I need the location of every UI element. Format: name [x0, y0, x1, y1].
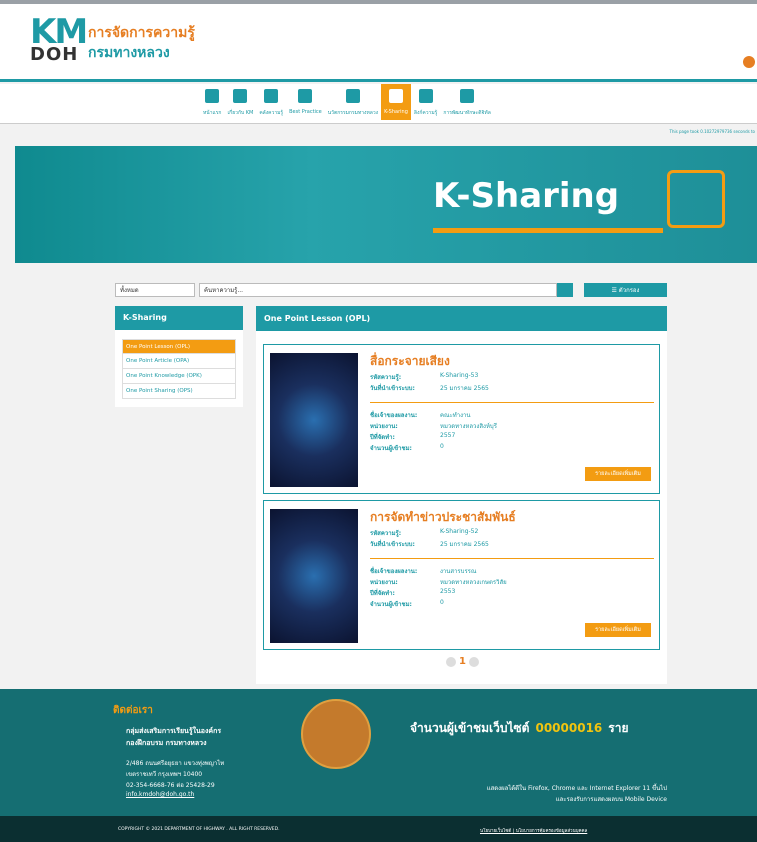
card-title[interactable]: สื่อกระจายเสียง	[370, 352, 450, 371]
prev-page-button[interactable]	[446, 656, 456, 667]
bottom-bar: COPYRIGHT © 2021 DEPARTMENT OF HIGHWAY .…	[0, 816, 757, 842]
sidebar-title[interactable]: K-Sharing	[115, 306, 243, 330]
link-icon	[418, 89, 433, 103]
user-icon[interactable]	[743, 56, 755, 68]
scope-select[interactable]: ทั้งหมด	[115, 283, 195, 297]
sidebar-item-ops[interactable]: One Point Sharing (OPS)	[122, 384, 236, 399]
main-title[interactable]: One Point Lesson (OPL)	[256, 306, 667, 331]
list-item: สื่อกระจายเสียง รหัสความรู้: K-Sharing-53…	[263, 344, 660, 494]
page-time: This page took 0.10272979736 seconds to	[669, 129, 755, 134]
copyright: COPYRIGHT © 2021 DEPARTMENT OF HIGHWAY .…	[118, 827, 280, 832]
share-icon	[388, 89, 403, 103]
sidebar: K-Sharing One Point Lesson (OPL) One Poi…	[115, 306, 243, 407]
lightbulb-icon	[345, 89, 360, 103]
next-page-button[interactable]	[468, 656, 479, 667]
k-sharing-banner: K-Sharing	[15, 146, 757, 263]
card-thumbnail[interactable]	[270, 509, 358, 643]
main-nav: หน้าแรก เกี่ยวกับ KM คลังความรู้ Best Pr…	[0, 84, 757, 124]
site-logo[interactable]: KM DOH การจัดการความรู้ กรมทางหลวง	[30, 12, 195, 65]
thumbs-up-icon	[298, 89, 313, 103]
banner-underline	[433, 228, 663, 233]
sidebar-item-opk[interactable]: One Point Knowledge (OPK)	[122, 369, 236, 384]
site-header: KM DOH การจัดการความรู้ กรมทางหลวง	[0, 4, 757, 82]
logo-title-2: กรมทางหลวง	[88, 45, 170, 61]
card-title[interactable]: การจัดทำข่าวประชาสัมพันธ์	[370, 508, 516, 527]
logo-title-1: การจัดการความรู้	[88, 25, 195, 41]
filter-button[interactable]: ☰ ตัวกรอง	[584, 283, 667, 297]
share-icon	[667, 170, 725, 228]
book-icon	[264, 89, 279, 103]
nav-best-practice[interactable]: Best Practice	[286, 84, 325, 120]
department-seal	[301, 699, 371, 769]
card-thumbnail[interactable]	[270, 353, 358, 487]
policy-links[interactable]: นโยบายเว็บไซต์ | นโยบายการคุ้มครองข้อมูล…	[480, 827, 587, 834]
list-item: การจัดทำข่าวประชาสัมพันธ์ รหัสความรู้: K-…	[263, 500, 660, 650]
email-link[interactable]: info.kmdoh@doh.go.th	[126, 791, 194, 798]
visitor-counter: จำนวนผู้เข้าชมเว็บไซต์ 00000016 ราย	[410, 721, 629, 735]
more-details-button[interactable]: รายละเอียดเพิ่มเติม	[585, 623, 651, 637]
address-line-2: เขตราชเทวี กรุงเทพฯ 10400	[126, 771, 203, 778]
nav-digital[interactable]: การพัฒนาทักษะดิจิทัล	[440, 84, 493, 120]
search-button[interactable]	[557, 283, 573, 297]
main-panel: One Point Lesson (OPL) สื่อกระจายเสียง ร…	[256, 306, 667, 684]
phone: 02-354-6668-76 ต่อ 25428-29	[126, 782, 215, 789]
sidebar-item-opl[interactable]: One Point Lesson (OPL)	[122, 339, 236, 354]
nav-about[interactable]: เกี่ยวกับ KM	[224, 84, 256, 120]
pagination: 1	[446, 656, 479, 667]
nav-k-sharing[interactable]: K-Sharing	[381, 84, 411, 120]
contact-title: ติดต่อเรา	[113, 705, 153, 716]
logo-doh: DOH	[30, 44, 79, 65]
nav-innovation[interactable]: นวัตกรรมกรมทางหลวง	[325, 84, 381, 120]
page-number[interactable]: 1	[459, 656, 466, 667]
address-line-1: 2/486 ถนนศรีอยุธยา แขวงทุ่งพญาไท	[126, 760, 225, 767]
laptop-icon	[460, 89, 475, 103]
info-icon	[233, 89, 248, 103]
site-footer: ติดต่อเรา กลุ่มส่งเสริมการเรียนรู้ในองค์…	[0, 689, 757, 816]
more-details-button[interactable]: รายละเอียดเพิ่มเติม	[585, 467, 651, 481]
logo-km: KM	[30, 12, 88, 52]
banner-title: K-Sharing	[433, 176, 620, 216]
nav-links[interactable]: ลิงก์ความรู้	[411, 84, 440, 120]
search-input[interactable]: ค้นหาความรู้...	[199, 283, 557, 297]
nav-library[interactable]: คลังความรู้	[256, 84, 286, 120]
home-icon	[205, 89, 220, 103]
nav-home[interactable]: หน้าแรก	[200, 84, 224, 120]
sidebar-item-opa[interactable]: One Point Article (OPA)	[122, 354, 236, 369]
